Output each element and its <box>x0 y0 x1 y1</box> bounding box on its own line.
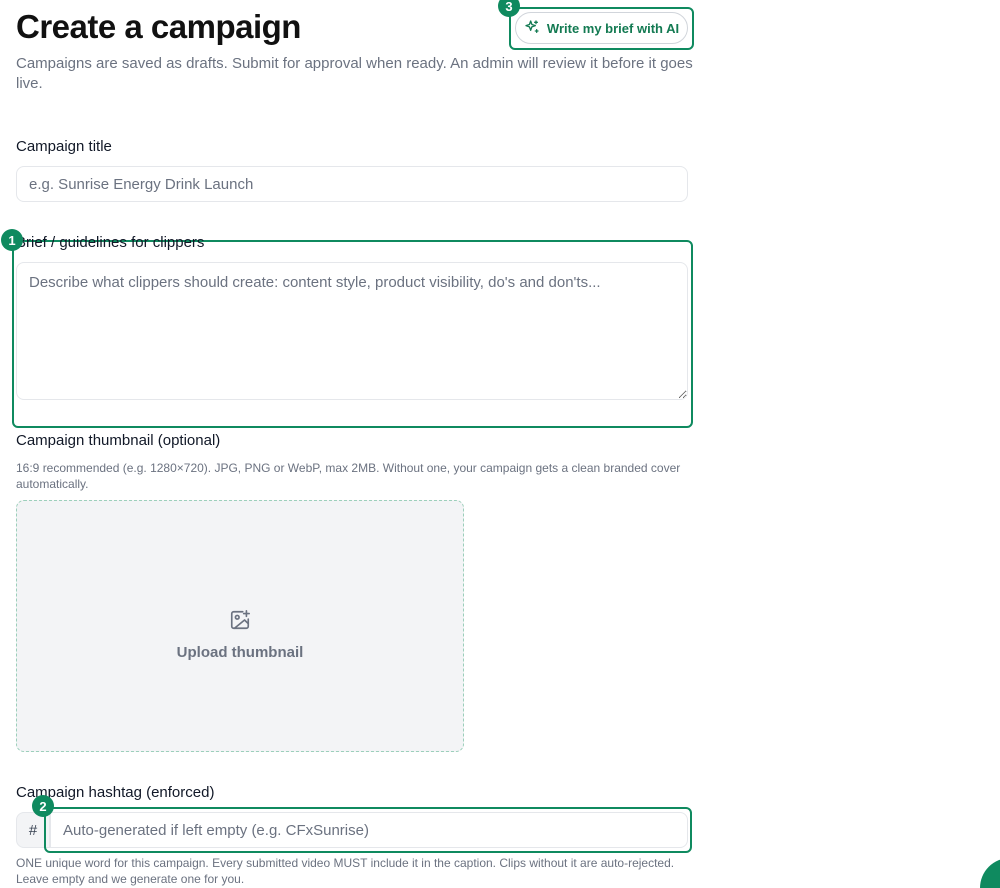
image-plus-icon <box>229 591 251 636</box>
highlight-badge-1: 1 <box>1 229 23 251</box>
sparkles-icon <box>524 19 540 38</box>
hashtag-input[interactable] <box>50 812 688 848</box>
write-brief-ai-label: Write my brief with AI <box>546 20 680 36</box>
highlight-badge-2: 2 <box>32 795 54 817</box>
page-title: Create a campaign <box>16 8 301 45</box>
campaign-title-label: Campaign title <box>16 138 112 155</box>
page-subtitle: Campaigns are saved as drafts. Submit fo… <box>16 55 693 92</box>
thumbnail-help: 16:9 recommended (e.g. 1280×720). JPG, P… <box>16 461 681 491</box>
hashtag-help: ONE unique word for this campaign. Every… <box>16 856 675 886</box>
brief-label: Brief / guidelines for clippers <box>16 234 205 251</box>
brief-textarea[interactable] <box>16 262 688 400</box>
floating-action-button[interactable] <box>980 858 1000 888</box>
campaign-title-input[interactable] <box>16 166 688 202</box>
upload-thumbnail-label: Upload thumbnail <box>176 644 304 661</box>
hashtag-prefix: # <box>16 812 50 848</box>
write-brief-ai-button[interactable]: Write my brief with AI <box>515 12 688 44</box>
thumbnail-label: Campaign thumbnail (optional) <box>16 432 221 449</box>
thumbnail-upload-dropzone[interactable]: Upload thumbnail <box>16 500 464 752</box>
